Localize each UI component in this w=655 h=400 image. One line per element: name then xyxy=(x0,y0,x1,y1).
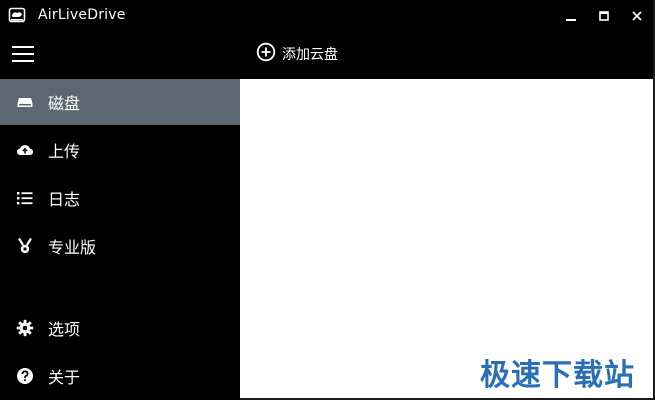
gear-icon xyxy=(16,319,34,337)
list-icon xyxy=(16,189,34,207)
sidebar-item-disk[interactable]: 磁盘 xyxy=(0,79,240,125)
watermark-text: 极速下载站 xyxy=(480,358,635,393)
maximize-icon xyxy=(598,7,610,26)
maximize-button[interactable] xyxy=(587,0,621,32)
sidebar-item-label: 选项 xyxy=(48,320,81,339)
app-window: AirLiveDrive 添加云盘 磁盘 上传 日志 专业版 选项 关于 极速下… xyxy=(0,0,655,400)
add-cloud-button[interactable]: 添加云盘 xyxy=(256,42,338,66)
help-icon xyxy=(16,367,34,385)
sidebar-item-label: 上传 xyxy=(48,142,81,161)
medal-icon xyxy=(16,237,34,255)
close-button[interactable] xyxy=(620,0,654,32)
sidebar-item-label: 日志 xyxy=(48,190,81,209)
sidebar-item-upload[interactable]: 上传 xyxy=(0,127,240,173)
sidebar-item-label: 专业版 xyxy=(48,238,97,257)
sidebar: 磁盘 上传 日志 专业版 选项 关于 xyxy=(0,79,240,400)
cloud-drive-icon xyxy=(8,6,26,24)
sidebar-item-log[interactable]: 日志 xyxy=(0,175,240,221)
window-title: AirLiveDrive xyxy=(38,7,126,23)
cloud-upload-icon xyxy=(16,141,34,159)
sidebar-item-label: 磁盘 xyxy=(48,94,81,113)
drive-icon xyxy=(16,93,34,111)
title-bar[interactable]: AirLiveDrive xyxy=(0,0,655,32)
hamburger-menu-icon xyxy=(11,46,37,68)
add-cloud-label: 添加云盘 xyxy=(282,47,338,63)
sidebar-item-options[interactable]: 选项 xyxy=(0,305,240,351)
sidebar-item-label: 关于 xyxy=(48,368,81,387)
close-icon xyxy=(631,7,643,26)
sidebar-item-about[interactable]: 关于 xyxy=(0,353,240,399)
sidebar-item-pro[interactable]: 专业版 xyxy=(0,223,240,269)
minimize-icon xyxy=(565,7,577,26)
add-circle-icon xyxy=(256,42,276,66)
minimize-button[interactable] xyxy=(554,0,588,32)
hamburger-menu-button[interactable] xyxy=(11,44,37,64)
